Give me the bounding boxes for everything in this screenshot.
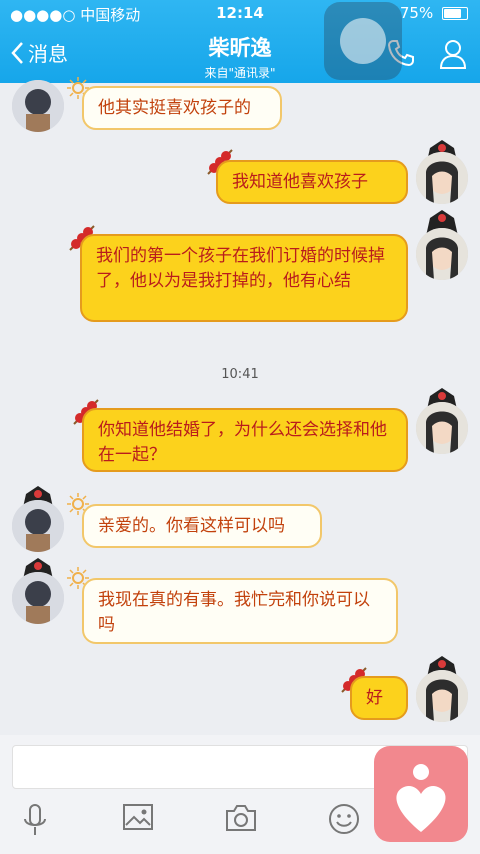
message-bubble[interactable]: 我们的第一个孩子在我们订婚的时候掉了，他以为是我打掉的，他有心结 xyxy=(80,234,408,322)
message-bubble[interactable]: 我知道他喜欢孩子 xyxy=(216,160,408,204)
profile-icon[interactable] xyxy=(438,38,468,70)
mic-icon[interactable] xyxy=(22,803,48,839)
camera-icon[interactable] xyxy=(224,803,258,833)
contact-avatar[interactable] xyxy=(12,500,64,552)
heart-icon xyxy=(396,764,446,832)
emoji-icon[interactable] xyxy=(328,803,360,835)
battery-percent: 75% xyxy=(399,4,434,22)
battery-icon xyxy=(442,7,468,20)
self-avatar[interactable] xyxy=(416,402,468,454)
message-bubble[interactable]: 我现在真的有事。我忙完和你说可以吗 xyxy=(82,578,398,644)
self-avatar[interactable] xyxy=(416,152,468,204)
chat-header: ●●●●○ 中国移动 12:14 75% 消息 柴昕逸 来自"通讯录" xyxy=(0,0,480,83)
battery-indicator: 75% xyxy=(400,4,468,22)
image-icon[interactable] xyxy=(122,803,154,833)
message-bubble[interactable]: 你知道他结婚了，为什么还会选择和他在一起？ xyxy=(82,408,408,472)
assistive-touch-button[interactable] xyxy=(324,2,402,80)
message-bubble[interactable]: 好 xyxy=(350,676,408,720)
self-avatar[interactable] xyxy=(416,228,468,280)
self-avatar[interactable] xyxy=(416,670,468,722)
floating-app-button[interactable] xyxy=(374,746,468,842)
contact-avatar[interactable] xyxy=(12,80,64,132)
message-bubble[interactable]: 亲爱的。你看这样可以吗 xyxy=(82,504,322,548)
status-bar: ●●●●○ 中国移动 12:14 75% xyxy=(0,0,480,26)
message-timestamp: 10:41 xyxy=(221,367,259,382)
message-bubble[interactable]: 他其实挺喜欢孩子的 xyxy=(82,86,282,130)
contact-avatar[interactable] xyxy=(12,572,64,624)
